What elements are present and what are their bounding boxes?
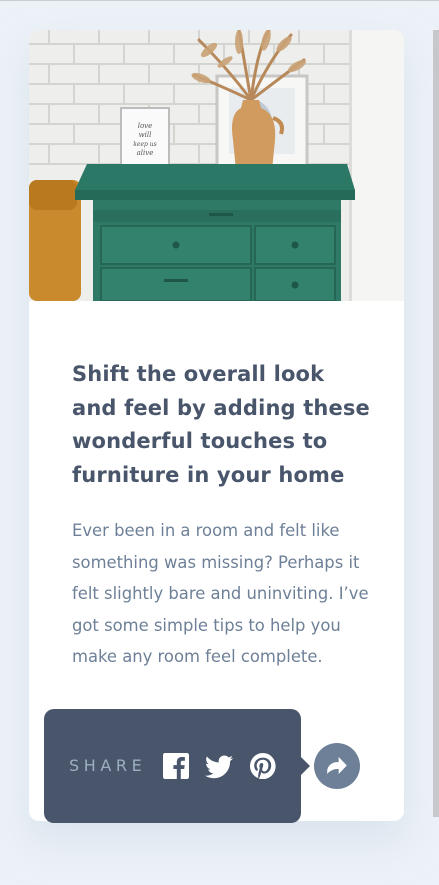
svg-text:will: will	[139, 131, 152, 139]
svg-text:love: love	[138, 122, 153, 130]
share-arrow-icon	[327, 757, 347, 774]
scrollbar[interactable]	[433, 30, 439, 817]
share-popup: SHARE	[44, 709, 310, 823]
drawers-photo: love will keep us alive	[29, 30, 404, 301]
facebook-icon[interactable]	[163, 753, 189, 779]
svg-text:alive: alive	[137, 149, 154, 157]
twitter-icon[interactable]	[205, 755, 233, 781]
popup-arrow	[301, 757, 310, 775]
article-card: love will keep us alive Shift the overal…	[29, 30, 404, 821]
article-title: Shift the overall look and feel by addin…	[72, 362, 370, 487]
pinterest-icon[interactable]	[250, 753, 276, 780]
svg-text:keep us: keep us	[133, 141, 156, 148]
share-button[interactable]	[314, 743, 360, 789]
article-description: Ever been in a room and felt like someth…	[72, 521, 369, 667]
share-label: SHARE	[69, 756, 147, 775]
top-border	[0, 0, 439, 1]
